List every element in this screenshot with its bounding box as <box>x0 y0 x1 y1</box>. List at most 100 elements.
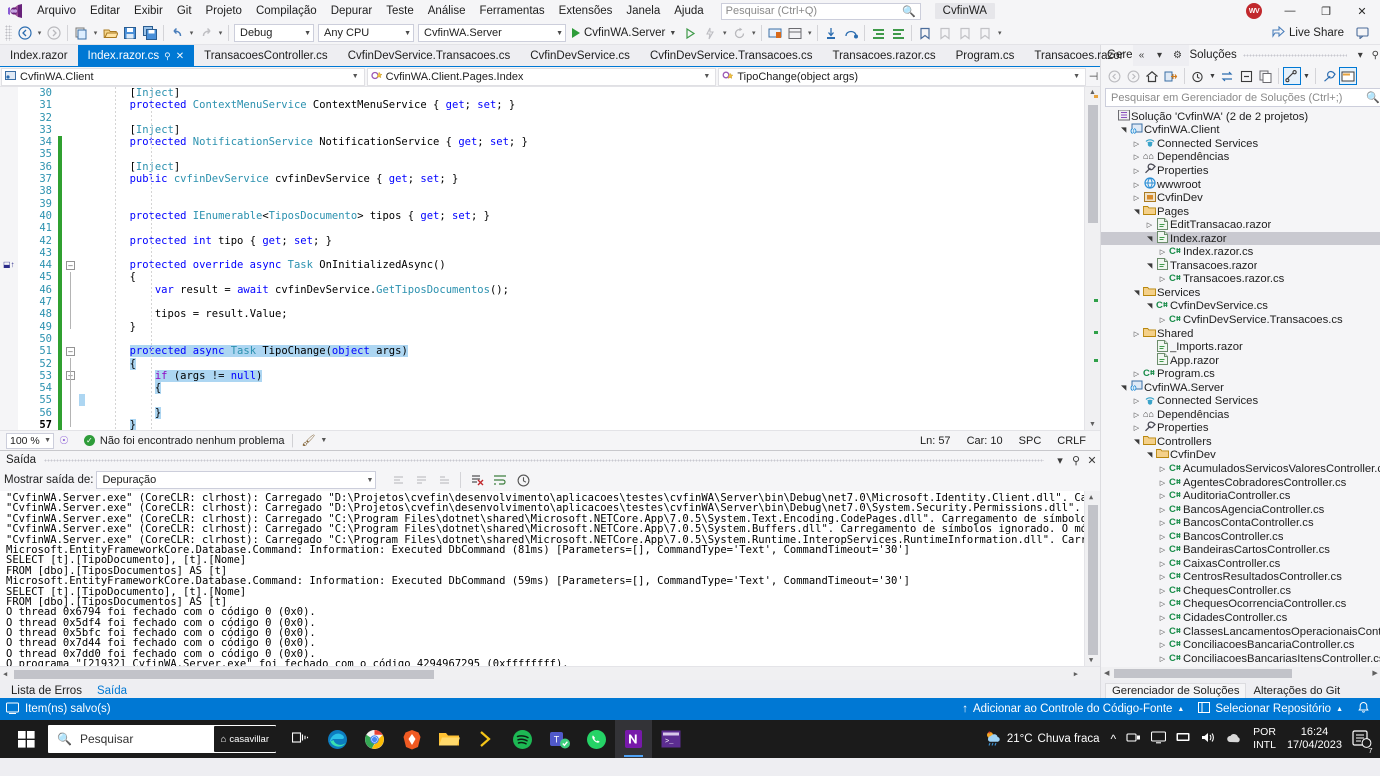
tree-item[interactable]: ▷ Properties <box>1101 163 1380 178</box>
panel-drag-handle[interactable] <box>44 458 1044 462</box>
spotify-icon[interactable] <box>504 720 541 758</box>
expander-closed-icon[interactable]: ▷ <box>1144 221 1155 229</box>
restore-button[interactable]: ❐ <box>1308 0 1344 22</box>
tree-item[interactable]: ▷ C BancosContaController.cs <box>1101 516 1380 530</box>
platform-combo[interactable]: Any CPU ▼ <box>318 24 414 42</box>
menu-projeto[interactable]: Projeto <box>199 2 249 20</box>
properties-window-icon[interactable] <box>1256 67 1274 85</box>
expander-closed-icon[interactable]: ▷ <box>1157 628 1168 636</box>
code-line[interactable]: } <box>79 406 1100 419</box>
expander-closed-icon[interactable]: ▷ <box>1131 397 1142 405</box>
outdent-icon[interactable] <box>888 23 908 43</box>
member-selector-combo[interactable]: TipoChange(object args) ▼ <box>718 67 1087 86</box>
expander-open-icon[interactable]: ◢ <box>1133 206 1141 217</box>
tab-cvfindevservice-transacoes-cs-2[interactable]: CvfinDevService.Transacoes.cs <box>640 45 823 66</box>
taskbar-search[interactable]: 🔍 Pesquisar ⌂ casavillar <box>48 725 276 753</box>
code-line[interactable] <box>79 394 1100 407</box>
solution-explorer-search[interactable]: Pesquisar em Gerenciador de Soluções (Ct… <box>1105 88 1380 107</box>
code-text-area[interactable]: [Inject] protected ContextMenuService Co… <box>79 87 1100 430</box>
tree-item[interactable]: ▷ ⌂⌂ Dependências <box>1101 151 1380 165</box>
tree-item[interactable]: ◢ Services <box>1101 286 1380 300</box>
new-project-icon[interactable] <box>71 23 91 43</box>
tab-alteracoes-do-git[interactable]: Alterações do Git <box>1247 684 1346 698</box>
clear-output-icon[interactable] <box>467 470 487 490</box>
tree-item[interactable]: ▷ C Transacoes.razor.cs <box>1101 273 1380 287</box>
clock[interactable]: 16:24 17/04/2023 <box>1281 726 1348 752</box>
tree-item[interactable]: ▷ C Index.razor.cs <box>1101 245 1380 259</box>
code-line[interactable]: [Inject] <box>79 124 1100 136</box>
chevron-down-icon[interactable]: ▼ <box>669 30 676 37</box>
onedrive-icon[interactable] <box>1221 732 1248 747</box>
expander-open-icon[interactable]: ◢ <box>1120 382 1128 393</box>
notification-bell-icon[interactable] <box>1357 701 1370 717</box>
tree-item[interactable]: ▷ C Program.cs <box>1101 367 1380 381</box>
breakpoint-gutter[interactable]: ⬓↑ <box>0 87 18 430</box>
tree-item[interactable]: ▷ C AgentesCobradoresController.cs <box>1101 476 1380 490</box>
toolbar-overflow-icon[interactable]: ▾ <box>995 29 1004 37</box>
code-line[interactable]: { <box>79 357 1100 370</box>
expander-closed-icon[interactable]: ▷ <box>1131 194 1142 202</box>
tree-item[interactable]: ◢ CvfinWA.Client <box>1101 123 1380 138</box>
home-icon[interactable] <box>1143 67 1161 85</box>
task-view-icon[interactable] <box>282 720 319 758</box>
show-hidden-icons-icon[interactable]: ^ <box>1106 732 1122 746</box>
menu-compilacao[interactable]: Compilação <box>249 2 324 20</box>
window-layout-icon[interactable] <box>785 23 805 43</box>
save-all-icon[interactable] <box>140 23 160 43</box>
live-preview-icon[interactable] <box>765 23 785 43</box>
tree-item[interactable]: ▷ ⌂⌂ Dependências <box>1101 408 1380 422</box>
output-source-combo[interactable]: Depuração ▼ <box>96 471 377 489</box>
code-line[interactable] <box>79 112 1100 124</box>
tab-transacoes-razor[interactable]: Transacoes.razor <box>1024 45 1133 66</box>
preview-selected-items-icon[interactable] <box>1339 67 1357 85</box>
explorer-icon[interactable] <box>430 720 467 758</box>
select-repository-button[interactable]: Selecionar Repositório ▲ <box>1198 702 1343 716</box>
navigate-backward-dropdown-icon[interactable]: ▾ <box>35 29 44 37</box>
open-file-icon[interactable] <box>100 23 120 43</box>
tab-transacoescontroller-cs[interactable]: TransacoesController.cs <box>194 45 338 66</box>
code-line[interactable]: } <box>79 419 1100 430</box>
fold-toggle-icon[interactable]: – <box>66 346 75 356</box>
tree-item[interactable]: ◢ Transacoes.razor <box>1101 258 1380 273</box>
tree-item-selected[interactable]: ◢ Index.razor <box>1101 231 1380 246</box>
terminal-icon[interactable] <box>467 720 504 758</box>
menu-ferramentas[interactable]: Ferramentas <box>472 2 551 20</box>
expander-closed-icon[interactable]: ▷ <box>1157 546 1168 554</box>
tree-item[interactable]: ▷ Shared <box>1101 327 1380 341</box>
vs-code-icon[interactable]: >_ <box>652 720 689 758</box>
start-debugging-button[interactable]: CvfinWA.Server ▼ <box>568 23 680 43</box>
pin-icon[interactable]: ⚲ <box>1368 50 1380 61</box>
undo-icon[interactable] <box>167 23 187 43</box>
expander-open-icon[interactable]: ◢ <box>1133 436 1141 447</box>
undo-dropdown-icon[interactable]: ▾ <box>187 29 196 37</box>
panel-dropdown-icon[interactable]: ▾ <box>1353 50 1368 61</box>
menu-editar[interactable]: Editar <box>83 2 127 20</box>
tree-item[interactable]: App.razor <box>1101 353 1380 368</box>
expander-closed-icon[interactable]: ▷ <box>1157 655 1168 663</box>
tree-item[interactable]: ▷ C ClassesLancamentosOperacionaisControll <box>1101 625 1380 639</box>
expander-closed-icon[interactable]: ▷ <box>1157 492 1168 500</box>
menu-janela[interactable]: Janela <box>619 2 667 20</box>
code-line[interactable] <box>79 247 1100 259</box>
output-horizontal-scrollbar[interactable]: ◀ ▶ <box>0 666 1100 680</box>
code-line[interactable]: protected override async Task OnInitiali… <box>79 259 1100 271</box>
fold-toggle-icon[interactable]: – <box>66 260 75 270</box>
tab-lista-de-erros[interactable]: Lista de Erros <box>4 684 89 698</box>
panel-drag-handle[interactable] <box>1242 53 1347 57</box>
taskbar-search-input[interactable]: Pesquisar <box>80 732 133 746</box>
weather-widget[interactable]: 21°C Chuva fraca <box>978 720 1106 758</box>
code-vertical-scrollbar[interactable]: ▲ ▼ <box>1084 87 1100 430</box>
pin-icon[interactable]: ⚲ <box>1068 454 1084 467</box>
expander-closed-icon[interactable]: ▷ <box>1157 573 1168 581</box>
menu-git[interactable]: Git <box>170 2 199 20</box>
tree-item[interactable]: ▷ C AcumuladosServicosValoresController.cs <box>1101 462 1380 476</box>
expander-closed-icon[interactable]: ▷ <box>1157 275 1168 283</box>
code-line[interactable] <box>79 148 1100 160</box>
global-search-box[interactable]: Pesquisar (Ctrl+Q) 🔍 <box>720 2 921 20</box>
tree-item[interactable]: ◢ CvfinWA.Server <box>1101 380 1380 395</box>
code-folding-gutter[interactable]: ––– <box>63 87 79 430</box>
chrome-icon[interactable] <box>356 720 393 758</box>
expander-closed-icon[interactable]: ▷ <box>1131 153 1142 161</box>
brave-icon[interactable] <box>393 720 430 758</box>
code-line[interactable] <box>79 333 1100 345</box>
